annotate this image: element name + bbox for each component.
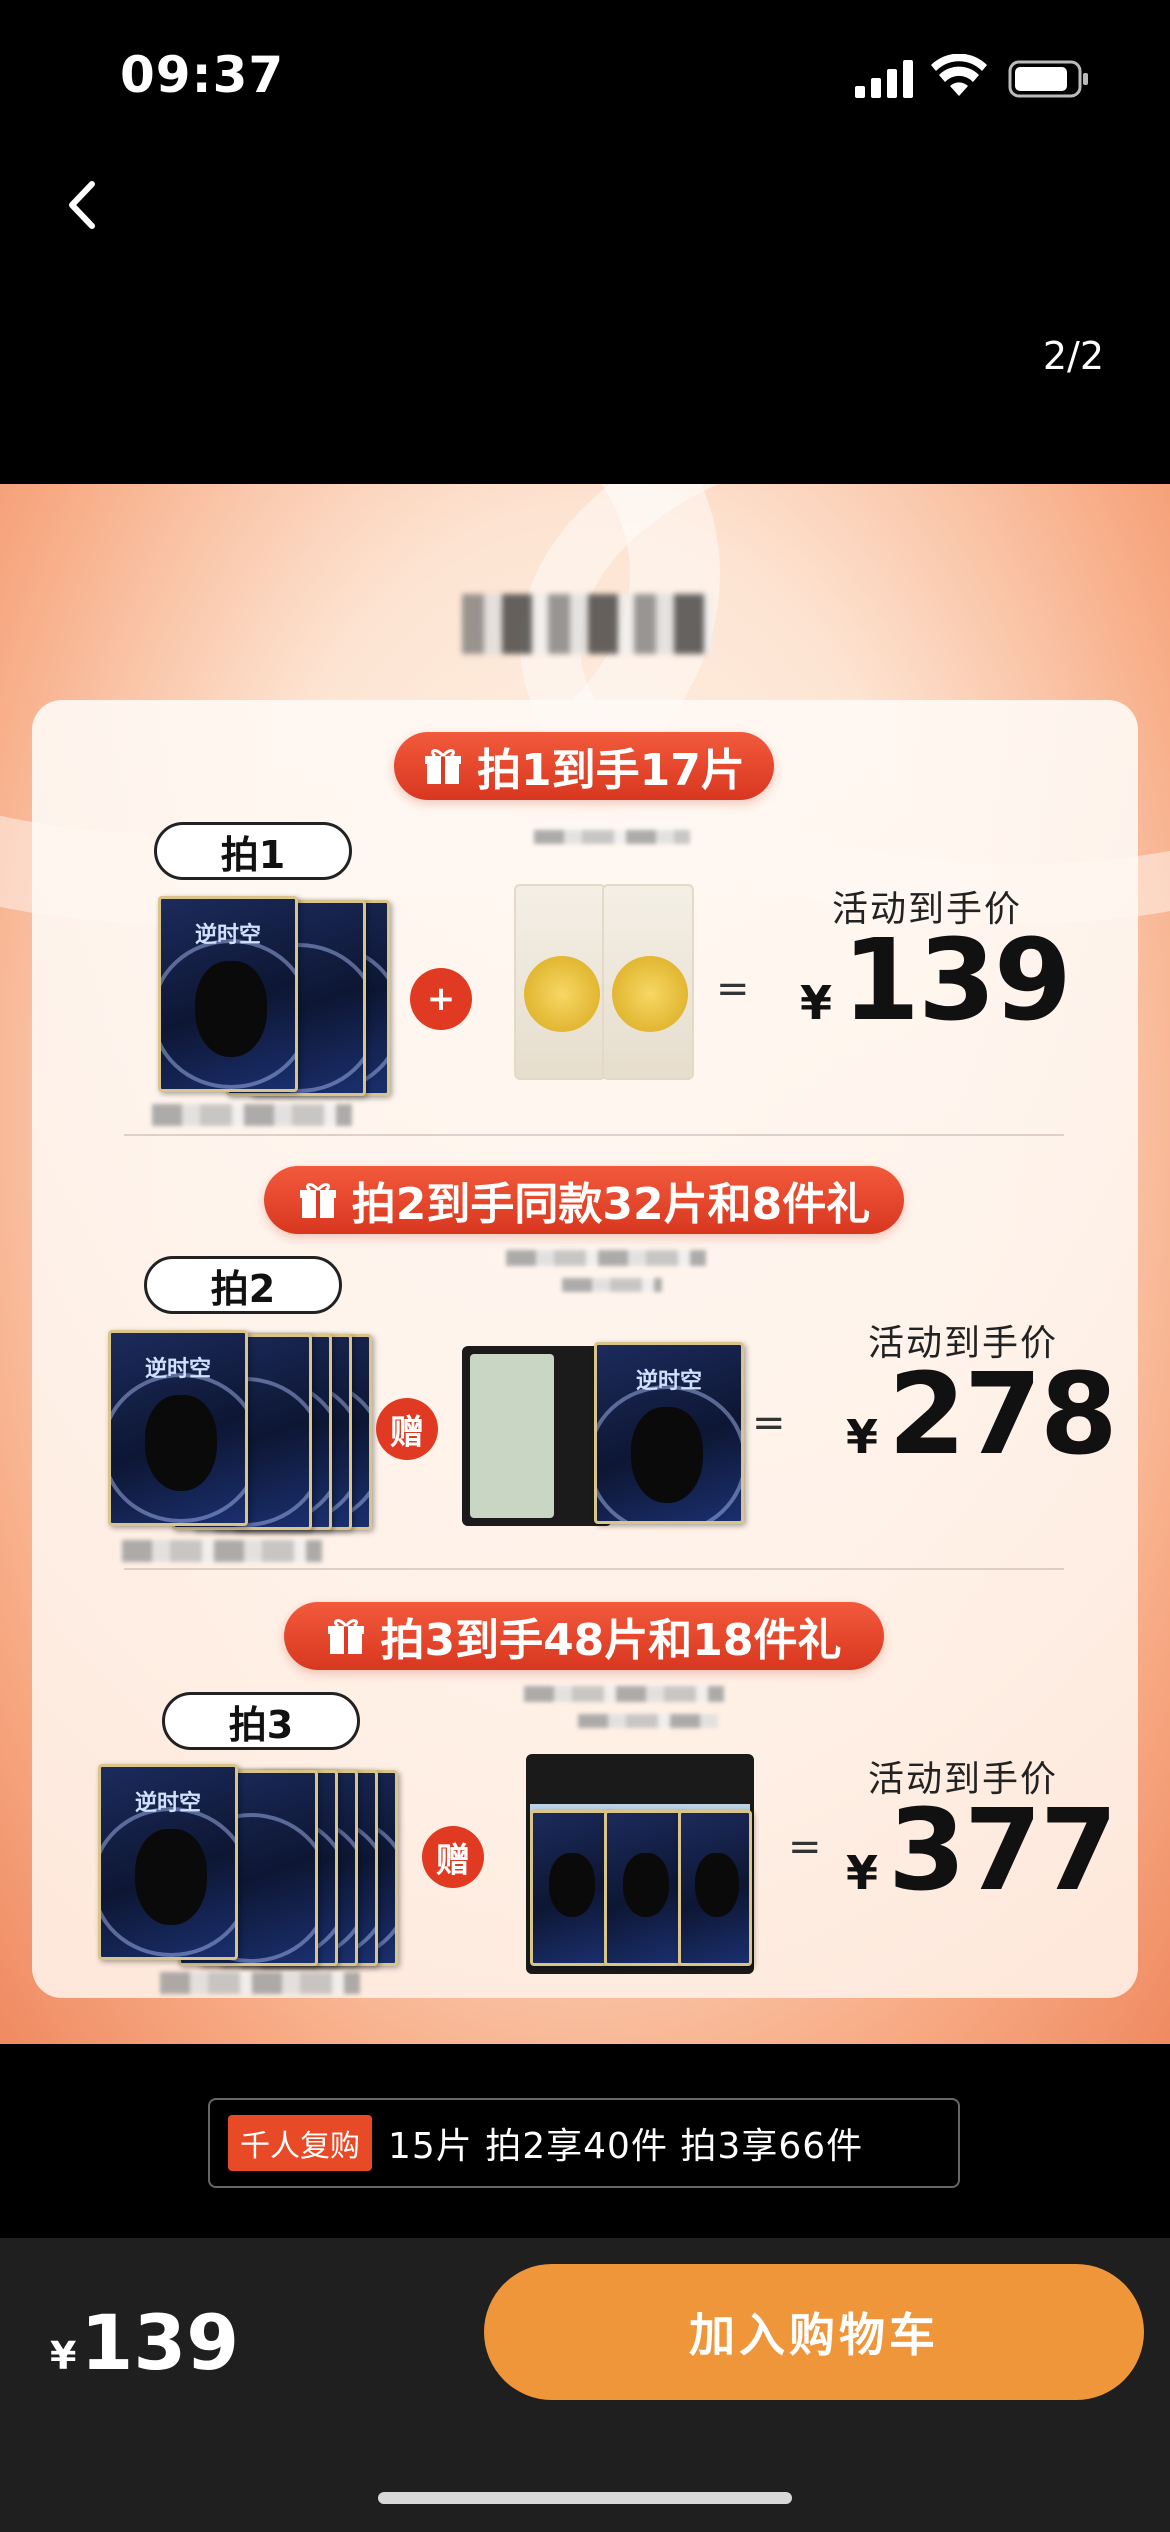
tier2-ribbon-text: 拍2到手同款32片和8件礼 <box>351 1179 871 1230</box>
tier1-ribbon-text: 拍1到手17片 <box>477 745 745 796</box>
tier3-ribbon: 拍3到手48片和18件礼 <box>284 1602 884 1670</box>
gift-icon <box>299 1183 336 1218</box>
tier2-gift-badge: 赠 <box>376 1398 438 1460</box>
promo-image: 拍1到手17片 拍1 逆时空 + = 活动到手价 ¥ 139 拍2到手同款32片… <box>0 484 1170 2044</box>
cellular-signal-icon <box>855 60 913 98</box>
tier3-equals: = <box>788 1824 822 1870</box>
blurred-brand-title <box>462 594 712 654</box>
blurred-caption <box>122 1540 322 1562</box>
blurred-caption <box>152 1104 352 1126</box>
tier2-ribbon: 拍2到手同款32片和8件礼 <box>264 1166 904 1234</box>
bottom-price: ¥ 139 <box>50 2298 240 2387</box>
tier1-price: ¥ 139 <box>800 916 1072 1046</box>
wifi-icon <box>931 54 987 96</box>
status-bar: 09:37 <box>0 0 1170 150</box>
battery-icon <box>1008 60 1088 98</box>
divider <box>124 1134 1064 1136</box>
blurred-caption <box>524 1686 724 1702</box>
mask-box: 逆时空 <box>98 1764 238 1960</box>
mask-box <box>678 1810 752 1966</box>
mask-box: 逆时空 <box>158 896 298 1092</box>
tier1-plus-badge: + <box>410 968 472 1030</box>
image-page-counter: 2/2 <box>1042 334 1104 378</box>
offer-card: 拍1到手17片 拍1 逆时空 + = 活动到手价 ¥ 139 拍2到手同款32片… <box>32 700 1138 1998</box>
repurchase-tag: 千人复购 <box>228 2115 372 2171</box>
blurred-caption <box>160 1972 360 1994</box>
tier2-equals: = <box>752 1400 786 1446</box>
tier1-pill: 拍1 <box>154 822 352 880</box>
home-indicator[interactable] <box>378 2492 792 2504</box>
gift-pouch-box <box>462 1346 612 1526</box>
blurred-caption <box>534 830 690 844</box>
tier1-equals: = <box>716 966 750 1012</box>
tier2-price: ¥ 278 <box>846 1350 1118 1480</box>
tier3-ribbon-text: 拍3到手48片和18件礼 <box>380 1615 842 1666</box>
sachet <box>514 884 606 1080</box>
blurred-caption <box>506 1250 706 1266</box>
mask-box <box>604 1810 684 1966</box>
tier3-gift-badge: 赠 <box>422 1826 484 1888</box>
gift-icon <box>328 1619 365 1654</box>
divider <box>124 1568 1064 1570</box>
repurchase-chip[interactable]: 千人复购 15片 拍2享40件 拍3享66件 <box>208 2098 960 2188</box>
mask-box <box>530 1810 610 1966</box>
mask-box: 逆时空 <box>108 1330 248 1526</box>
screen: 09:37 2/2 拍1到手17片 拍1 逆时空 + = 活动到手价 ¥ 139… <box>0 0 1170 2532</box>
tier3-price: ¥ 377 <box>846 1786 1118 1916</box>
tier1-ribbon: 拍1到手17片 <box>394 732 774 800</box>
blurred-caption <box>562 1278 662 1292</box>
back-chevron-icon[interactable] <box>58 172 108 238</box>
status-time: 09:37 <box>120 46 285 104</box>
add-to-cart-button[interactable]: 加入购物车 <box>484 2264 1144 2400</box>
tier3-pill: 拍3 <box>162 1692 360 1750</box>
sachet <box>602 884 694 1080</box>
gift-icon <box>425 749 462 784</box>
bottom-action-bar: ¥ 139 加入购物车 <box>0 2238 1170 2532</box>
mask-box: 逆时空 <box>594 1342 744 1524</box>
blurred-caption <box>578 1714 718 1728</box>
tier2-pill: 拍2 <box>144 1256 342 1314</box>
repurchase-text: 15片 拍2享40件 拍3享66件 <box>388 2126 864 2167</box>
